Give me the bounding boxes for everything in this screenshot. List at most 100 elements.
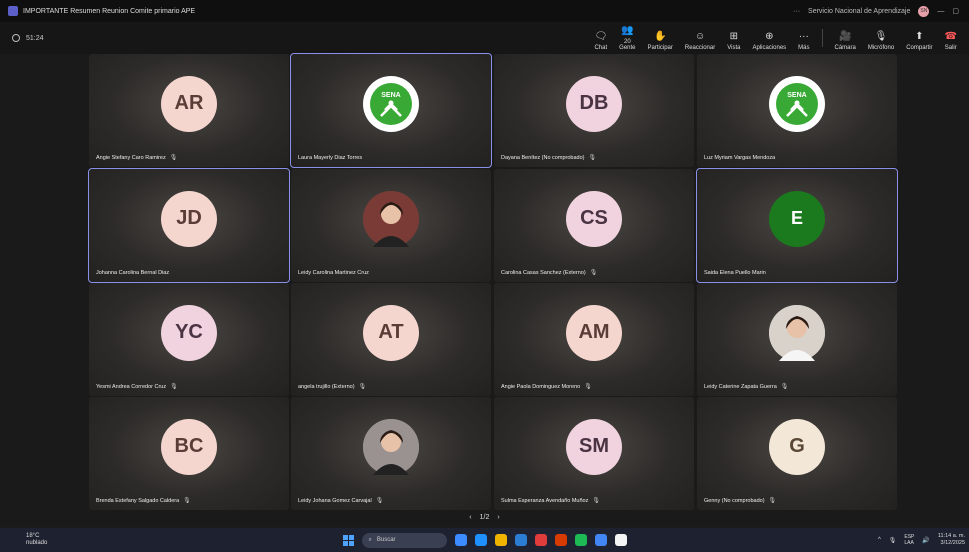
clock-time: 11:14 a. m. bbox=[937, 533, 965, 539]
next-page-button[interactable]: › bbox=[497, 514, 499, 521]
participant-tile[interactable]: SM Sulma Esperanza Avendaño Muñoz 🎙 bbox=[494, 397, 694, 510]
title-bar: IMPORTANTE Resumen Reunion Comite primar… bbox=[0, 0, 969, 22]
mic-button[interactable]: 🎙 Micrófono bbox=[862, 31, 900, 51]
lang-region: LAA bbox=[904, 540, 914, 546]
participant-name-bar: Leidy Caterine Zapata Guerra 🎙 bbox=[704, 383, 788, 391]
participant-tile[interactable]: DB Dayana Benítez (No comprobado) 🎙 bbox=[494, 54, 694, 167]
raise-label: Participar bbox=[647, 45, 673, 51]
react-button[interactable]: ☺ Reaccionar bbox=[679, 31, 721, 51]
taskbar-app-icon[interactable] bbox=[494, 534, 507, 546]
timer-text: 51:24 bbox=[26, 34, 44, 42]
leave-label: Salir bbox=[944, 45, 957, 51]
taskbar-app-icon[interactable] bbox=[474, 534, 487, 546]
participant-tile[interactable]: YC Yesmi Andrea Corredor Cruz 🎙 bbox=[89, 283, 289, 396]
profile-photo bbox=[363, 190, 419, 247]
leave-button[interactable]: ☎ Salir bbox=[939, 31, 963, 51]
raise-hand-icon: ✋ bbox=[653, 31, 667, 42]
mic-off-icon: 🎙 bbox=[358, 384, 367, 390]
participant-name: Leidy Carolina Martinez Cruz bbox=[298, 270, 369, 276]
participant-name-bar: Leidy Johana Gomez Carvajal 🎙 bbox=[298, 497, 383, 505]
participant-tile[interactable]: G Genny (No comprobado) 🎙 bbox=[697, 397, 897, 510]
weather-widget[interactable]: 18°C nublado bbox=[26, 533, 47, 547]
participant-tile[interactable]: SENA Laura Mayerly Diaz Torres bbox=[290, 53, 492, 168]
taskbar-app-icon[interactable] bbox=[514, 534, 527, 546]
svg-text:SENA: SENA bbox=[787, 92, 806, 99]
camera-button[interactable]: 🎥 Cámara bbox=[829, 31, 862, 51]
camera-icon: 🎥 bbox=[838, 31, 852, 42]
people-label: Gente bbox=[619, 45, 636, 51]
react-label: Reaccionar bbox=[684, 45, 716, 51]
taskbar-app-icon[interactable] bbox=[534, 534, 547, 546]
taskbar-app-icon[interactable] bbox=[614, 534, 627, 546]
avatar: SM bbox=[566, 418, 622, 475]
mic-off-icon: 🎙 bbox=[874, 31, 888, 42]
participant-name: Luz Myriam Vargas Mendoza bbox=[704, 155, 776, 161]
participant-tile[interactable]: AT angela trujillo (Externo) 🎙 bbox=[291, 283, 491, 396]
people-button[interactable]: 👥 20 Gente bbox=[613, 25, 641, 51]
participant-name-bar: angela trujillo (Externo) 🎙 bbox=[298, 383, 367, 391]
participant-tile[interactable]: Leidy Caterine Zapata Guerra 🎙 bbox=[697, 283, 897, 396]
view-button[interactable]: ⊞ Vista bbox=[721, 31, 746, 51]
apps-button[interactable]: ⊕ Aplicaciones bbox=[746, 31, 792, 51]
chevron-up-icon[interactable]: ^ bbox=[878, 537, 881, 543]
taskbar-app-icon[interactable] bbox=[554, 534, 567, 546]
more-button[interactable]: ··· Más bbox=[792, 31, 815, 51]
org-avatar[interactable]: SN bbox=[918, 5, 930, 17]
participant-tile[interactable]: E Saida Elena Puello Marin bbox=[696, 168, 898, 283]
volume-icon[interactable]: 🔊 bbox=[922, 537, 929, 544]
grid-pager: ‹ 1/2 › bbox=[469, 514, 499, 521]
apps-label: Aplicaciones bbox=[752, 45, 787, 51]
restore-button[interactable]: ▢ bbox=[952, 7, 959, 15]
windows-taskbar: 18°C nublado ⌕ Buscar ^ 🎙 ESP LAA 🔊 11:1… bbox=[0, 528, 969, 552]
more-label: Más bbox=[798, 45, 810, 51]
mic-off-icon: 🎙 bbox=[768, 498, 777, 504]
raise-button[interactable]: ✋ Participar bbox=[642, 31, 679, 51]
mic-off-icon: 🎙 bbox=[584, 384, 592, 390]
participant-name-bar: Angie Stefany Caro Ramirez 🎙 bbox=[96, 154, 177, 162]
clock[interactable]: 11:14 a. m. 3/12/2025 bbox=[938, 533, 965, 547]
mic-off-icon: 🎙 bbox=[170, 384, 178, 390]
mic-label: Micrófono bbox=[867, 45, 895, 51]
org-name: Servicio Nacional de Aprendizaje bbox=[808, 7, 911, 15]
participant-name-bar: Angie Paola Dominguez Moreno 🎙 bbox=[501, 383, 592, 391]
prev-page-button[interactable]: ‹ bbox=[469, 514, 471, 521]
participant-name-bar: Genny (No comprobado) 🎙 bbox=[704, 497, 777, 505]
apps-icon: ⊕ bbox=[765, 31, 774, 42]
mic-tray-icon[interactable]: 🎙 bbox=[889, 537, 897, 544]
participant-tile[interactable]: Leidy Carolina Martinez Cruz bbox=[291, 169, 491, 282]
avatar: AR bbox=[161, 75, 217, 132]
taskbar-search[interactable]: ⌕ Buscar bbox=[361, 532, 447, 548]
share-button[interactable]: ⬆ Compartir bbox=[900, 31, 938, 51]
participant-tile[interactable]: CS Carolina Casas Sanchez (Externo) 🎙 bbox=[494, 169, 694, 282]
share-icon: ⬆ bbox=[915, 31, 924, 42]
chat-button[interactable]: 🗨 Chat bbox=[588, 31, 613, 51]
participant-tile[interactable]: Leidy Johana Gomez Carvajal 🎙 bbox=[291, 397, 491, 510]
taskbar-app-icon[interactable] bbox=[454, 534, 467, 546]
taskbar-app-icon[interactable] bbox=[574, 534, 587, 546]
minimize-button[interactable]: — bbox=[937, 8, 944, 15]
participant-tile[interactable]: SENA Luz Myriam Vargas Mendoza bbox=[697, 54, 897, 167]
participant-tile[interactable]: AR Angie Stefany Caro Ramirez 🎙 bbox=[89, 54, 289, 167]
emoji-icon: ☺ bbox=[694, 31, 706, 42]
participant-tile[interactable]: AM Angie Paola Dominguez Moreno 🎙 bbox=[494, 283, 694, 396]
svg-text:SENA: SENA bbox=[381, 92, 400, 99]
sena-logo-icon: SENA bbox=[363, 75, 419, 132]
view-label: Vista bbox=[727, 45, 741, 51]
participant-name: Leidy Johana Gomez Carvajal bbox=[298, 497, 372, 504]
avatar: G bbox=[769, 418, 825, 475]
participant-tile[interactable]: BC Brenda Estefany Salgado Caldera 🎙 bbox=[89, 397, 289, 510]
more-options-icon[interactable]: ··· bbox=[793, 8, 800, 15]
windows-start-icon[interactable] bbox=[342, 534, 354, 546]
participant-name-bar: Yesmi Andrea Corredor Cruz 🎙 bbox=[96, 383, 178, 391]
taskbar-app-icon[interactable] bbox=[594, 534, 607, 546]
participant-name: Dayana Benítez (No comprobado) bbox=[501, 154, 585, 161]
language-indicator[interactable]: ESP LAA bbox=[904, 534, 914, 546]
participant-name: Johanna Carolina Bernal Diaz bbox=[96, 270, 170, 276]
search-placeholder: Buscar bbox=[376, 537, 396, 543]
chat-label: Chat bbox=[594, 45, 608, 51]
toolbar-divider bbox=[821, 29, 823, 47]
mic-off-icon: 🎙 bbox=[183, 498, 191, 504]
grid-view-icon: ⊞ bbox=[729, 31, 739, 42]
participant-tile[interactable]: JD Johanna Carolina Bernal Diaz bbox=[88, 168, 290, 283]
participant-name: Genny (No comprobado) bbox=[704, 497, 765, 504]
